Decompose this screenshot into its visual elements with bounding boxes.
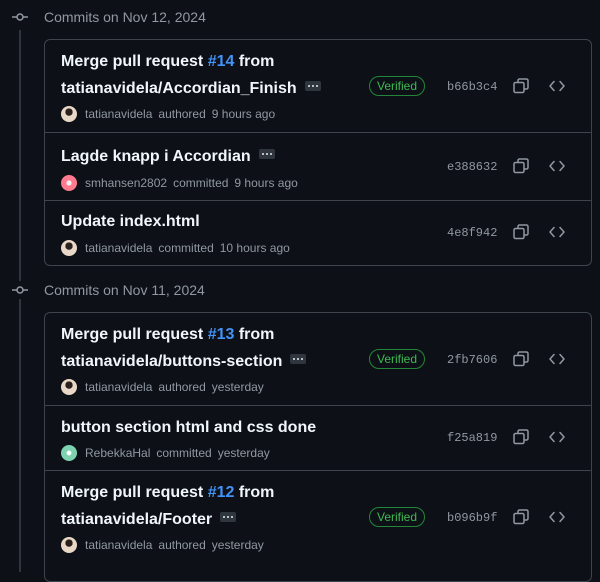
commit-meta: tatianavidela authored yesterday	[61, 537, 264, 553]
commit-title-text[interactable]: Update index.html	[61, 213, 200, 230]
verified-badge[interactable]: Verified	[369, 349, 425, 369]
commit-row: Merge pull request #12 from tatianavidel…	[45, 471, 591, 564]
pull-request-link[interactable]: #14	[208, 53, 235, 70]
commit-meta: smhansen2802 committed 9 hours ago	[61, 175, 298, 191]
commit-title-text[interactable]: Merge pull request	[61, 484, 208, 501]
commit-row: Merge pull request #13 from tatianavidel…	[45, 313, 591, 406]
commit-title[interactable]: Update index.html	[61, 208, 200, 235]
commit-meta: tatianavidela authored 9 hours ago	[61, 106, 275, 122]
commit-action: authored	[158, 538, 205, 552]
commit-title[interactable]: button section html and css done	[61, 414, 316, 441]
commit-group-date: Commits on Nov 12, 2024	[44, 9, 206, 25]
verified-badge[interactable]: Verified	[369, 507, 425, 527]
commit-action: committed	[156, 446, 211, 460]
avatar[interactable]	[61, 379, 77, 395]
commit-action: authored	[158, 380, 205, 394]
commit-sha-link[interactable]: b66b3c4	[447, 80, 497, 94]
commit-list: Merge pull request #13 from tatianavidel…	[44, 312, 592, 582]
author-link[interactable]: tatianavidela	[85, 538, 152, 552]
avatar[interactable]	[61, 537, 77, 553]
author-link[interactable]: tatianavidela	[85, 380, 152, 394]
code-icon[interactable]	[547, 156, 567, 176]
commit-action: committed	[158, 241, 213, 255]
commit-group-header: Commits on Nov 11, 2024	[0, 274, 600, 306]
commit-title[interactable]: Merge pull request #14 from	[61, 48, 274, 75]
pull-request-link[interactable]: #13	[208, 326, 235, 343]
author-link[interactable]: RebekkaHal	[85, 446, 150, 460]
expand-ellipsis-button[interactable]	[259, 149, 275, 159]
copy-icon[interactable]	[511, 156, 531, 176]
commit-title-text[interactable]: tatianavidela/buttons-section	[61, 353, 282, 370]
author-link[interactable]: tatianavidela	[85, 107, 152, 121]
commit-title-text[interactable]: tatianavidela/Footer	[61, 511, 212, 528]
commit-action: committed	[173, 176, 228, 190]
expand-ellipsis-button[interactable]	[290, 354, 306, 364]
copy-icon[interactable]	[511, 507, 531, 527]
verified-badge[interactable]: Verified	[369, 76, 425, 96]
commit-title[interactable]: Lagde knapp i Accordian	[61, 143, 275, 170]
author-link[interactable]: smhansen2802	[85, 176, 167, 190]
commit-title-text[interactable]: from	[234, 484, 274, 501]
commit-title-line2[interactable]: tatianavidela/Accordian_Finish	[61, 75, 321, 102]
commit-list: Merge pull request #14 from tatianavidel…	[44, 39, 592, 266]
commit-sha-link[interactable]: f25a819	[447, 431, 497, 445]
code-icon[interactable]	[547, 222, 567, 242]
commit-group-date: Commits on Nov 11, 2024	[44, 282, 205, 298]
git-commit-icon	[11, 281, 29, 299]
commit-action: authored	[158, 107, 205, 121]
pull-request-link[interactable]: #12	[208, 484, 235, 501]
git-commit-icon	[11, 8, 29, 26]
avatar[interactable]	[61, 240, 77, 256]
copy-icon[interactable]	[511, 427, 531, 447]
commit-sha-link[interactable]: e388632	[447, 160, 497, 174]
commit-time: 9 hours ago	[234, 176, 297, 190]
avatar[interactable]	[61, 445, 77, 461]
code-icon[interactable]	[547, 507, 567, 527]
commit-row: Lagde knapp i Accordian e388632 smhansen…	[45, 133, 591, 201]
commit-title-text[interactable]: Merge pull request	[61, 326, 208, 343]
commit-sha-link[interactable]: 4e8f942	[447, 226, 497, 240]
copy-icon[interactable]	[511, 349, 531, 369]
expand-ellipsis-button[interactable]	[220, 512, 236, 522]
commit-row: Update index.html 4e8f942 tatianavidela …	[45, 201, 591, 265]
commit-title-text[interactable]: from	[234, 326, 274, 343]
commit-time: yesterday	[218, 446, 270, 460]
commit-title-text[interactable]: tatianavidela/Accordian_Finish	[61, 80, 297, 97]
commit-title-text[interactable]: Lagde knapp i Accordian	[61, 148, 251, 165]
commit-title-line2[interactable]: tatianavidela/Footer	[61, 506, 236, 533]
commit-time: 9 hours ago	[212, 107, 275, 121]
author-link[interactable]: tatianavidela	[85, 241, 152, 255]
commit-title-text[interactable]: Merge pull request	[61, 53, 208, 70]
copy-icon[interactable]	[511, 76, 531, 96]
commit-row: button section html and css done f25a819…	[45, 406, 591, 471]
avatar[interactable]	[61, 175, 77, 191]
commit-title[interactable]: Merge pull request #13 from	[61, 321, 274, 348]
commit-meta: RebekkaHal committed yesterday	[61, 445, 270, 461]
code-icon[interactable]	[547, 76, 567, 96]
commit-row: Merge pull request #14 from tatianavidel…	[45, 40, 591, 133]
commit-time: yesterday	[212, 380, 264, 394]
commit-time: 10 hours ago	[220, 241, 290, 255]
commit-sha-link[interactable]: b096b9f	[447, 511, 497, 525]
commit-title[interactable]: Merge pull request #12 from	[61, 479, 274, 506]
commit-sha-link[interactable]: 2fb7606	[447, 353, 497, 367]
commit-group-header: Commits on Nov 12, 2024	[0, 1, 600, 33]
commit-meta: tatianavidela committed 10 hours ago	[61, 240, 290, 256]
commit-title-text[interactable]: button section html and css done	[61, 419, 316, 436]
commit-meta: tatianavidela authored yesterday	[61, 379, 264, 395]
commit-title-line2[interactable]: tatianavidela/buttons-section	[61, 348, 306, 375]
commit-time: yesterday	[212, 538, 264, 552]
expand-ellipsis-button[interactable]	[305, 81, 321, 91]
code-icon[interactable]	[547, 427, 567, 447]
code-icon[interactable]	[547, 349, 567, 369]
commit-title-text[interactable]: from	[234, 53, 274, 70]
avatar[interactable]	[61, 106, 77, 122]
copy-icon[interactable]	[511, 222, 531, 242]
